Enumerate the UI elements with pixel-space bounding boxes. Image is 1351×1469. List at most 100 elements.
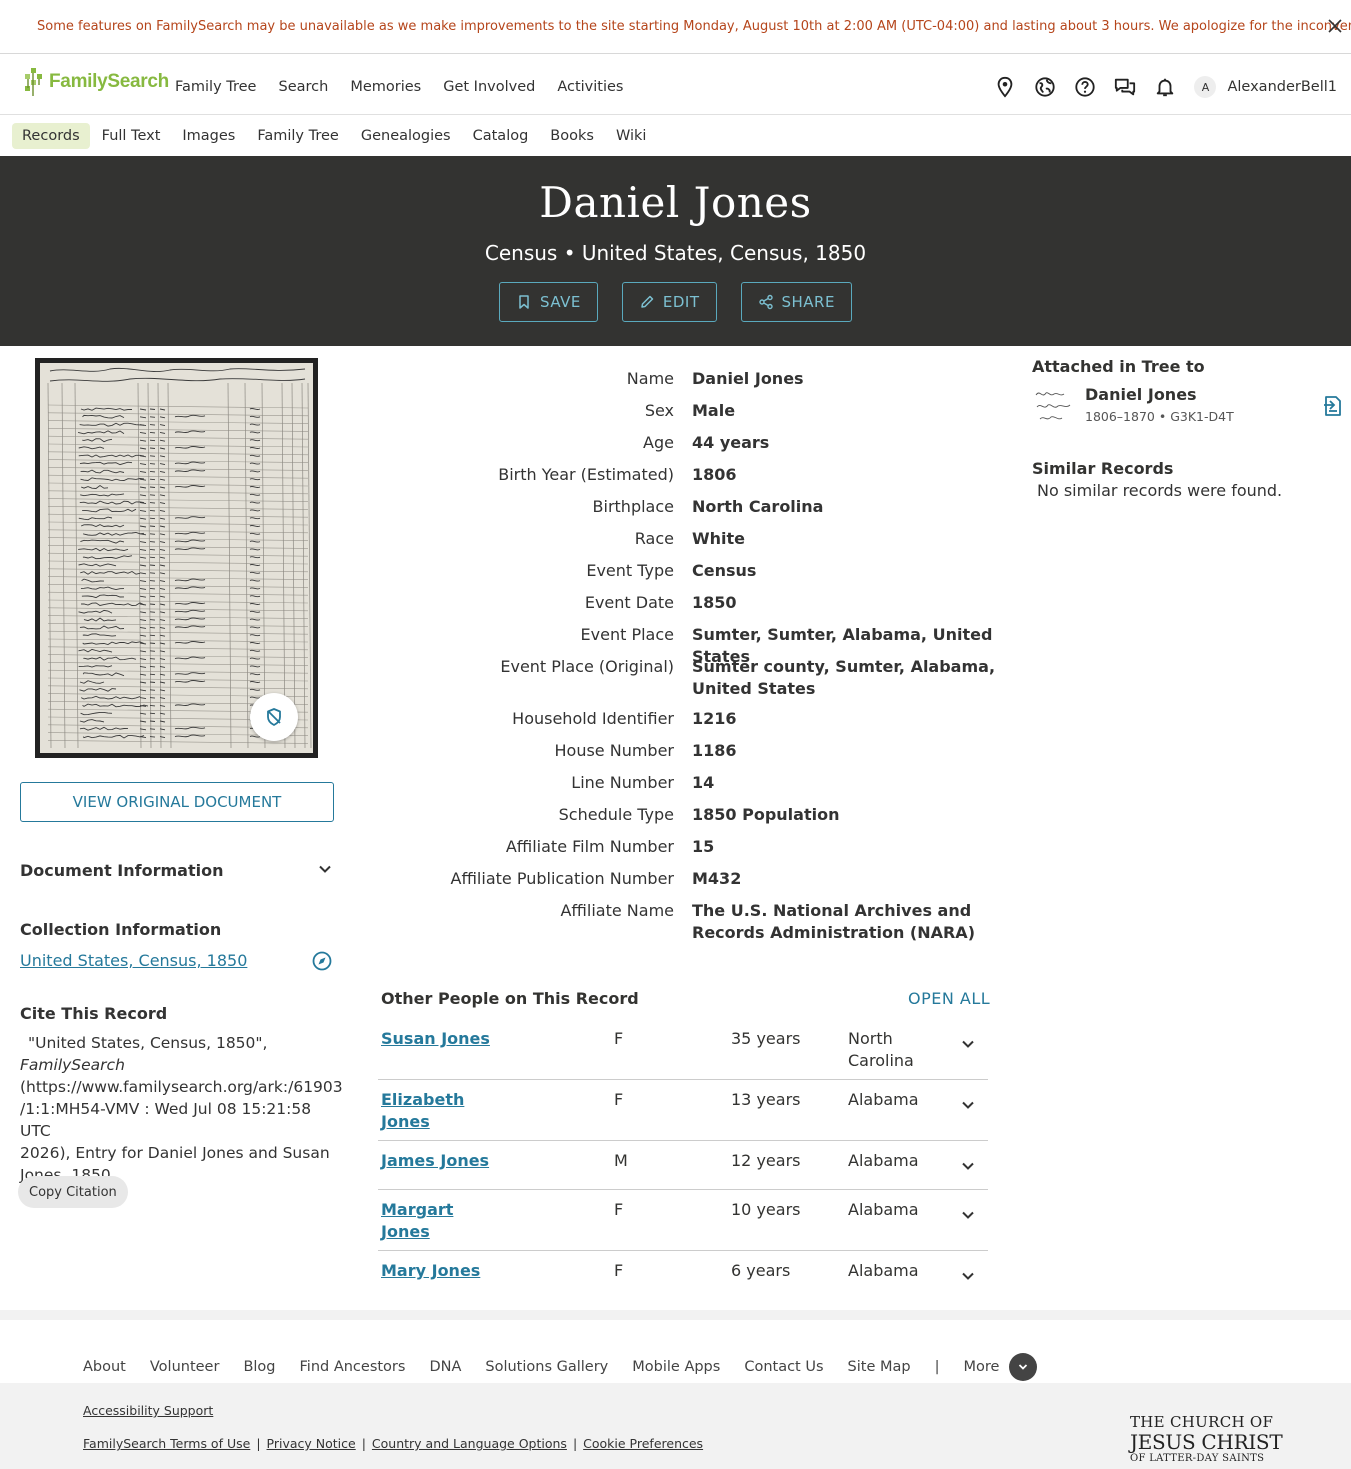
location-pin-icon[interactable] [994, 76, 1016, 98]
footer-link[interactable]: Blog [243, 1359, 275, 1375]
chevron-down-icon[interactable] [960, 1207, 976, 1223]
fact-value: 1216 [692, 709, 737, 728]
fact-label: Affiliate Publication Number [450, 869, 674, 888]
subnav-full-text[interactable]: Full Text [92, 123, 171, 149]
legal-separator: | [361, 1436, 366, 1451]
footer-more-label[interactable]: More [963, 1359, 999, 1375]
document-information-heading[interactable]: Document Information [20, 861, 223, 880]
footer-link-row: About Volunteer Blog Find Ancestors DNA Solut… [83, 1353, 1061, 1381]
subnav-books[interactable]: Books [540, 123, 604, 149]
familysearch-logo[interactable]: FamilySearch [24, 66, 169, 98]
footer-link[interactable]: Mobile Apps [632, 1359, 720, 1375]
chevron-down-icon[interactable] [960, 1097, 976, 1113]
search-subnav: Records Full Text Images Family Tree Gen… [0, 115, 1351, 156]
fact-value: 1850 Population [692, 805, 840, 824]
nav-activities[interactable]: Activities [557, 79, 623, 95]
shield-icon [267, 708, 281, 726]
footer-link[interactable]: About [83, 1359, 126, 1375]
copy-citation-button[interactable]: Copy Citation [18, 1176, 128, 1208]
person-name-link[interactable]: Elizabeth Jones [381, 1089, 471, 1133]
collection-link[interactable]: United States, Census, 1850 [20, 951, 247, 970]
subnav-wiki[interactable]: Wiki [606, 123, 656, 149]
footer-link[interactable]: Find Ancestors [300, 1359, 406, 1375]
footer-links: About Volunteer Blog Find Ancestors DNA Solut… [0, 1310, 1351, 1383]
person-name-link[interactable]: Susan Jones [381, 1028, 531, 1050]
person-birthplace: Alabama [848, 1261, 919, 1280]
subnav-family-tree[interactable]: Family Tree [247, 123, 348, 149]
citation-url-2: /1:1:MH54-VMV : Wed Jul 08 15:21:58 UTC [20, 1100, 312, 1140]
edit-button[interactable]: EDIT [621, 282, 717, 322]
messages-icon[interactable] [1114, 76, 1136, 98]
accessibility-support-link[interactable]: Accessibility Support [83, 1403, 213, 1418]
signature-thumbnail [1032, 385, 1074, 427]
close-icon[interactable] [1327, 18, 1343, 34]
fact-value: 15 [692, 837, 715, 856]
person-name-link[interactable]: James Jones [381, 1150, 531, 1172]
person-birthplace: Alabama [848, 1151, 919, 1170]
legal-separator: | [572, 1436, 578, 1451]
footer-link[interactable]: Volunteer [150, 1359, 220, 1375]
person-sex: F [614, 1200, 624, 1219]
nav-memories[interactable]: Memories [350, 79, 421, 95]
person-name-link[interactable]: Margart Jones [381, 1199, 471, 1243]
subnav-genealogies[interactable]: Genealogies [351, 123, 461, 149]
legal-link[interactable]: Cookie Preferences [583, 1436, 703, 1451]
citation-text: "United States, Census, 1850", FamilySea… [20, 1032, 343, 1186]
avatar[interactable]: A [1194, 76, 1217, 98]
church-logo-line3: OF LATTER-DAY SAINTS [1130, 1453, 1265, 1464]
fact-value: North Carolina [692, 497, 824, 516]
tree-logo-icon [25, 68, 42, 96]
person-sex: M [614, 1151, 628, 1170]
subnav-records[interactable]: Records [12, 122, 90, 149]
person-sex: F [614, 1029, 624, 1048]
person-birthplace: Alabama [848, 1090, 919, 1109]
attached-record-icon[interactable] [1323, 395, 1343, 417]
legal-link[interactable]: Privacy Notice [267, 1436, 356, 1451]
citation-source: FamilySearch [20, 1056, 125, 1074]
person-age: 35 years [731, 1029, 801, 1048]
open-all-button[interactable]: OPEN ALL [908, 989, 990, 1008]
legal-link[interactable]: FamilySearch Terms of Use [83, 1436, 250, 1451]
globe-icon[interactable] [1034, 76, 1056, 98]
compass-icon[interactable] [312, 951, 332, 971]
citation-entry: 2026), Entry for Daniel Jones and Susan [20, 1144, 330, 1162]
church-logo[interactable]: THE CHURCH OF JESUS CHRIST OF LATTER-DAY… [1130, 1415, 1283, 1464]
chevron-down-icon[interactable] [960, 1036, 976, 1052]
footer-legal: Accessibility Support FamilySearch Terms… [0, 1383, 1351, 1469]
view-original-document-button[interactable]: VIEW ORIGINAL DOCUMENT [20, 782, 334, 822]
shield-badge[interactable] [250, 693, 298, 741]
nav-get-involved[interactable]: Get Involved [443, 79, 535, 95]
nav-search[interactable]: Search [278, 79, 328, 95]
fact-label: Birthplace [592, 497, 674, 516]
fact-label: Event Place (Original) [500, 657, 674, 676]
chevron-down-icon[interactable] [960, 1158, 976, 1174]
chevron-down-icon[interactable] [960, 1268, 976, 1284]
footer-link[interactable]: DNA [429, 1359, 461, 1375]
subnav-catalog[interactable]: Catalog [463, 123, 539, 149]
username[interactable]: AlexanderBell1 [1227, 79, 1337, 95]
subnav-images[interactable]: Images [172, 123, 245, 149]
chevron-down-icon[interactable] [317, 861, 333, 877]
help-icon[interactable] [1074, 76, 1096, 98]
fact-label: Sex [644, 401, 674, 420]
save-button[interactable]: SAVE [499, 282, 598, 322]
similar-records-text: No similar records were found. [1037, 481, 1283, 500]
share-button[interactable]: SHARE [740, 282, 852, 322]
main-nav: Family Tree Search Memories Get Involved… [175, 79, 645, 95]
person-row: Elizabeth Jones F 13 years Alabama [378, 1089, 988, 1141]
fact-label: Line Number [571, 773, 674, 792]
notification-bell-icon[interactable] [1154, 76, 1176, 98]
fact-value: Daniel Jones [692, 369, 804, 388]
citation-url: (https://www.familysearch.org/ark:/61903 [20, 1078, 343, 1096]
footer-link[interactable]: Site Map [848, 1359, 911, 1375]
footer-link[interactable]: Contact Us [744, 1359, 823, 1375]
person-name-link[interactable]: Mary Jones [381, 1260, 531, 1282]
fact-label: Affiliate Film Number [505, 837, 674, 856]
more-button[interactable] [1009, 1353, 1038, 1381]
record-subtitle: Census • United States, Census, 1850 [484, 241, 867, 265]
nav-family-tree[interactable]: Family Tree [175, 79, 256, 95]
footer-link[interactable]: Solutions Gallery [485, 1359, 608, 1375]
fact-label: Affiliate Name [560, 901, 674, 920]
attached-person-name[interactable]: Daniel Jones [1085, 385, 1197, 404]
legal-link[interactable]: Country and Language Options [372, 1436, 567, 1451]
